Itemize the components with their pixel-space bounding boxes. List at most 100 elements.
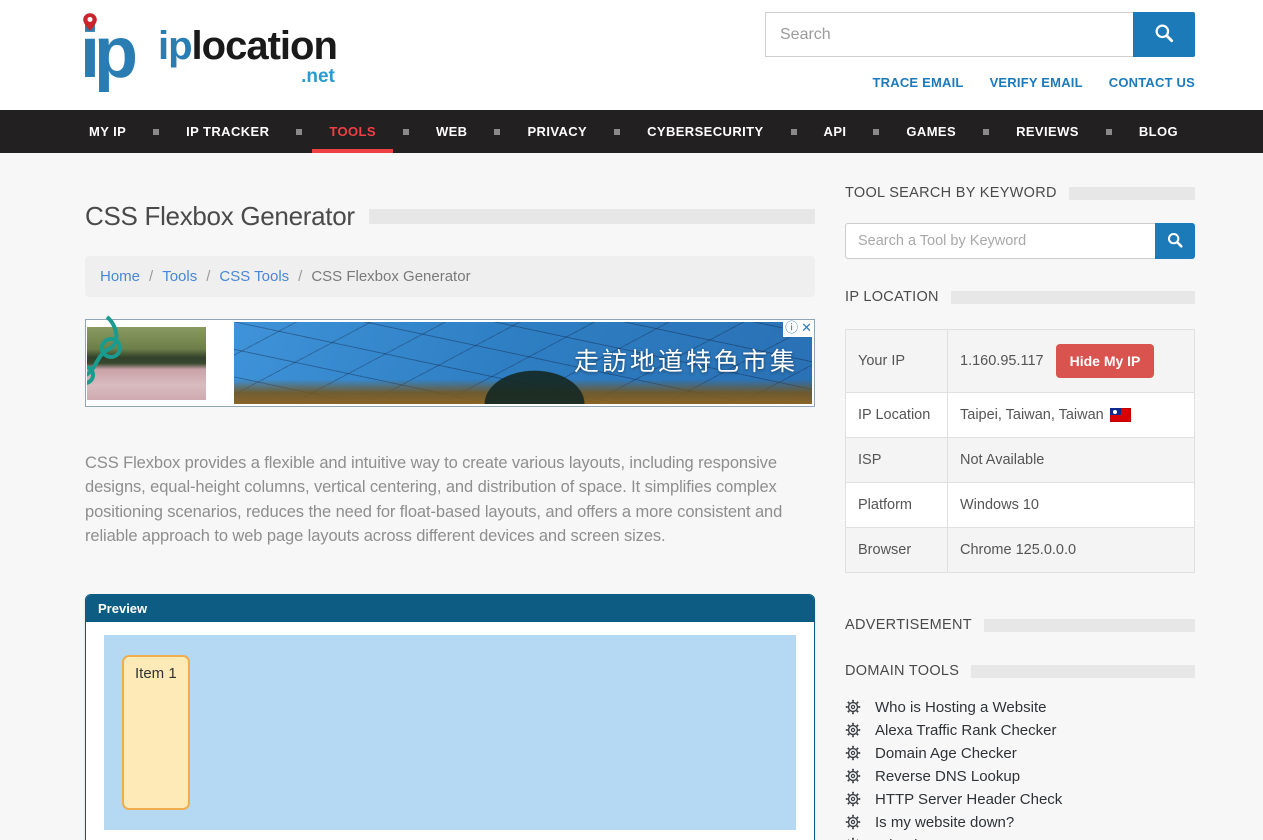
table-row: IP Location Taipei, Taiwan, Taiwan bbox=[846, 393, 1195, 438]
list-item: Domain Age Checker bbox=[845, 745, 1195, 761]
table-row: Browser Chrome 125.0.0.0 bbox=[846, 528, 1195, 573]
table-row: Platform Windows 10 bbox=[846, 483, 1195, 528]
site-search-input[interactable] bbox=[765, 12, 1133, 57]
domain-tool-link-hosting[interactable]: Who is Hosting a Website bbox=[875, 700, 1046, 715]
ad-close-icon[interactable]: ✕ bbox=[801, 320, 812, 337]
tool-search-heading: TOOL SEARCH BY KEYWORD bbox=[845, 185, 1057, 201]
nav-item-games[interactable]: GAMES bbox=[889, 110, 973, 153]
gear-icon bbox=[845, 699, 861, 715]
main-column: CSS Flexbox Generator Home / Tools / CSS… bbox=[85, 153, 815, 840]
ip-row-label: IP Location bbox=[846, 393, 948, 438]
main-nav: MY IP IP TRACKER TOOLS WEB PRIVACY CYBER… bbox=[0, 110, 1263, 153]
browser-value: Chrome 125.0.0.0 bbox=[948, 528, 1195, 573]
ad-banner[interactable]: 走訪地道特色市集 ⓘ ✕ bbox=[85, 319, 815, 407]
nav-item-reviews[interactable]: REVIEWS bbox=[999, 110, 1096, 153]
your-ip-value: 1.160.95.117 bbox=[960, 353, 1044, 369]
flex-preview-item[interactable]: Item 1 bbox=[122, 655, 190, 810]
tool-search-heading-row: TOOL SEARCH BY KEYWORD bbox=[845, 185, 1195, 201]
nav-item-ip-tracker[interactable]: IP TRACKER bbox=[169, 110, 286, 153]
nav-separator bbox=[296, 129, 302, 135]
ip-location-heading-row: IP LOCATION bbox=[845, 289, 1195, 305]
nav-item-api[interactable]: API bbox=[807, 110, 864, 153]
nav-separator bbox=[494, 129, 500, 135]
page-title-row: CSS Flexbox Generator bbox=[85, 201, 815, 232]
breadcrumb-home[interactable]: Home bbox=[100, 268, 140, 285]
table-row: Your IP 1.160.95.117 Hide My IP bbox=[846, 330, 1195, 393]
flex-preview-container: Item 1 bbox=[104, 635, 796, 830]
tool-search-button[interactable] bbox=[1155, 223, 1195, 259]
domain-tool-link-domain-age[interactable]: Domain Age Checker bbox=[875, 746, 1017, 761]
nav-item-my-ip[interactable]: MY IP bbox=[72, 110, 143, 153]
domain-tool-link-http-header[interactable]: HTTP Server Header Check bbox=[875, 792, 1062, 807]
breadcrumb-css-tools[interactable]: CSS Tools bbox=[219, 268, 289, 285]
breadcrumb-separator: / bbox=[149, 268, 153, 285]
breadcrumb: Home / Tools / CSS Tools / CSS Flexbox G… bbox=[85, 256, 815, 297]
domain-tools-list: Who is Hosting a Website Alexa Traffic R… bbox=[845, 699, 1195, 840]
list-item: Who is Hosting a Website bbox=[845, 699, 1195, 715]
tool-search-input[interactable] bbox=[845, 223, 1155, 259]
breadcrumb-tools[interactable]: Tools bbox=[162, 268, 197, 285]
nav-item-cybersecurity[interactable]: CYBERSECURITY bbox=[630, 110, 780, 153]
isp-value: Not Available bbox=[948, 438, 1195, 483]
ad-thumbnail-image bbox=[87, 327, 206, 400]
preview-panel-header: Preview bbox=[86, 595, 814, 622]
list-item: Reverse DNS Lookup bbox=[845, 768, 1195, 784]
ad-choices: ⓘ ✕ bbox=[783, 320, 814, 337]
nav-item-tools[interactable]: TOOLS bbox=[312, 110, 393, 153]
title-decor-bar bbox=[369, 209, 815, 224]
nav-separator bbox=[791, 129, 797, 135]
nav-separator bbox=[153, 129, 159, 135]
heading-decor-bar bbox=[971, 665, 1195, 678]
domain-tool-link-reverse-dns[interactable]: Reverse DNS Lookup bbox=[875, 769, 1020, 784]
gear-icon bbox=[845, 814, 861, 830]
nav-separator bbox=[983, 129, 989, 135]
nav-separator bbox=[873, 129, 879, 135]
logo-word-ip: ip bbox=[158, 24, 192, 68]
logo-word-location: location bbox=[192, 24, 337, 68]
logo-tld: .net bbox=[301, 66, 335, 88]
site-header: ip iplocation .net bbox=[0, 0, 1263, 110]
nav-item-web[interactable]: WEB bbox=[419, 110, 485, 153]
domain-tool-link-website-down[interactable]: Is my website down? bbox=[875, 815, 1014, 830]
logo-monogram: ip bbox=[80, 14, 154, 92]
page-title: CSS Flexbox Generator bbox=[85, 201, 355, 232]
ip-row-label: Your IP bbox=[846, 330, 948, 393]
nav-separator bbox=[403, 129, 409, 135]
ip-location-value: Taipei, Taiwan, Taiwan bbox=[960, 407, 1104, 423]
ad-overlay-text: 走訪地道特色市集 bbox=[574, 342, 798, 378]
nav-item-privacy[interactable]: PRIVACY bbox=[510, 110, 604, 153]
site-search bbox=[765, 12, 1195, 57]
content-area: CSS Flexbox Generator Home / Tools / CSS… bbox=[0, 153, 1263, 840]
contact-us-link[interactable]: CONTACT US bbox=[1109, 75, 1195, 90]
ip-location-table: Your IP 1.160.95.117 Hide My IP IP Locat… bbox=[845, 329, 1195, 573]
breadcrumb-current: CSS Flexbox Generator bbox=[311, 268, 470, 285]
list-item: Alexa Traffic Rank Checker bbox=[845, 722, 1195, 738]
gear-icon bbox=[845, 722, 861, 738]
verify-email-link[interactable]: VERIFY EMAIL bbox=[990, 75, 1083, 90]
header-quick-links: TRACE EMAIL VERIFY EMAIL CONTACT US bbox=[765, 75, 1195, 90]
table-row: ISP Not Available bbox=[846, 438, 1195, 483]
domain-tools-heading-row: DOMAIN TOOLS bbox=[845, 663, 1195, 679]
header-right: TRACE EMAIL VERIFY EMAIL CONTACT US bbox=[765, 0, 1195, 110]
breadcrumb-separator: / bbox=[206, 268, 210, 285]
nav-separator bbox=[614, 129, 620, 135]
gear-icon bbox=[845, 745, 861, 761]
heading-decor-bar bbox=[1069, 187, 1195, 200]
breadcrumb-separator: / bbox=[298, 268, 302, 285]
gear-icon bbox=[845, 768, 861, 784]
list-item: HTTP Server Header Check bbox=[845, 791, 1195, 807]
nav-item-blog[interactable]: BLOG bbox=[1122, 110, 1195, 153]
ad-info-icon[interactable]: ⓘ bbox=[785, 320, 798, 337]
platform-value: Windows 10 bbox=[948, 483, 1195, 528]
ip-row-label: Browser bbox=[846, 528, 948, 573]
site-logo[interactable]: ip iplocation .net bbox=[80, 14, 337, 110]
logo-wordmark: iplocation .net bbox=[158, 24, 337, 69]
hide-my-ip-button[interactable]: Hide My IP bbox=[1056, 344, 1155, 378]
heading-decor-bar bbox=[984, 619, 1195, 632]
trace-email-link[interactable]: TRACE EMAIL bbox=[873, 75, 964, 90]
taiwan-flag-icon bbox=[1110, 408, 1131, 422]
site-search-button[interactable] bbox=[1133, 12, 1195, 57]
nav-separator bbox=[1106, 129, 1112, 135]
domain-tool-link-alexa[interactable]: Alexa Traffic Rank Checker bbox=[875, 723, 1056, 738]
search-icon bbox=[1166, 231, 1184, 252]
